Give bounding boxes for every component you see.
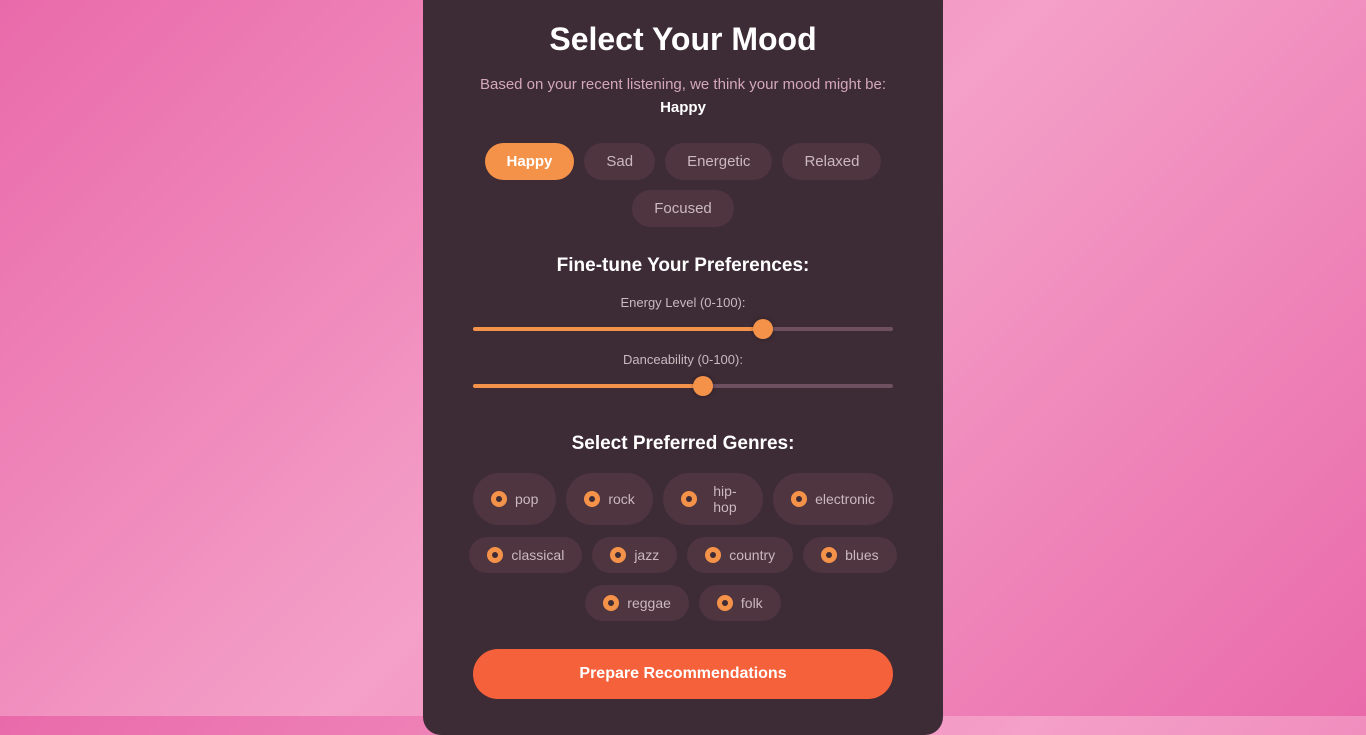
genre-label-pop: pop (515, 491, 538, 507)
genre-label-rock: rock (608, 491, 634, 507)
prepare-recommendations-button[interactable]: Prepare Recommendations (473, 649, 893, 699)
genre-rows: pop rock hip-hop electronic cl (473, 473, 893, 621)
preferences-title: Fine-tune Your Preferences: (473, 255, 893, 277)
genre-row-2: classical jazz country blues (469, 537, 896, 573)
genre-label-country: country (729, 547, 775, 563)
genre-btn-blues[interactable]: blues (803, 537, 896, 573)
genre-btn-hiphop[interactable]: hip-hop (663, 473, 763, 525)
genre-label-electronic: electronic (815, 491, 875, 507)
genre-btn-reggae[interactable]: reggae (585, 585, 689, 621)
genre-btn-rock[interactable]: rock (566, 473, 652, 525)
genre-icon-folk (717, 595, 733, 611)
danceability-label: Danceability (0-100): (473, 352, 893, 367)
genre-label-hiphop: hip-hop (705, 483, 745, 515)
genre-icon-country (705, 547, 721, 563)
page-title: Select Your Mood (549, 21, 816, 58)
danceability-slider[interactable] (473, 384, 893, 388)
genre-btn-pop[interactable]: pop (473, 473, 556, 525)
mood-btn-happy[interactable]: Happy (485, 143, 575, 180)
mood-buttons-group: Happy Sad Energetic Relaxed Focused (473, 143, 893, 227)
genre-icon-electronic (791, 491, 807, 507)
energy-slider-container: Energy Level (0-100): (473, 295, 893, 336)
danceability-slider-container: Danceability (0-100): (473, 352, 893, 393)
genre-btn-folk[interactable]: folk (699, 585, 781, 621)
genres-title: Select Preferred Genres: (473, 433, 893, 455)
mood-btn-energetic[interactable]: Energetic (665, 143, 772, 180)
mood-btn-focused[interactable]: Focused (632, 190, 734, 227)
genres-section: Select Preferred Genres: pop rock hip-ho… (473, 433, 893, 621)
subtitle: Based on your recent listening, we think… (480, 74, 886, 119)
genre-label-blues: blues (845, 547, 878, 563)
genre-btn-classical[interactable]: classical (469, 537, 582, 573)
genre-icon-jazz (610, 547, 626, 563)
genre-btn-jazz[interactable]: jazz (592, 537, 677, 573)
genre-btn-country[interactable]: country (687, 537, 793, 573)
mood-btn-relaxed[interactable]: Relaxed (782, 143, 881, 180)
genre-label-jazz: jazz (634, 547, 659, 563)
mood-btn-sad[interactable]: Sad (584, 143, 655, 180)
genre-icon-classical (487, 547, 503, 563)
genre-row-3: reggae folk (585, 585, 780, 621)
genre-icon-rock (584, 491, 600, 507)
genre-icon-blues (821, 547, 837, 563)
genre-row-1: pop rock hip-hop electronic (473, 473, 893, 525)
genre-btn-electronic[interactable]: electronic (773, 473, 893, 525)
energy-label: Energy Level (0-100): (473, 295, 893, 310)
genre-label-classical: classical (511, 547, 564, 563)
genre-icon-reggae (603, 595, 619, 611)
genre-icon-pop (491, 491, 507, 507)
genre-icon-hiphop (681, 491, 697, 507)
genre-label-reggae: reggae (627, 595, 671, 611)
mood-card: Select Your Mood Based on your recent li… (423, 0, 943, 735)
energy-slider[interactable] (473, 327, 893, 331)
genre-label-folk: folk (741, 595, 763, 611)
preferences-section: Fine-tune Your Preferences: Energy Level… (473, 255, 893, 409)
